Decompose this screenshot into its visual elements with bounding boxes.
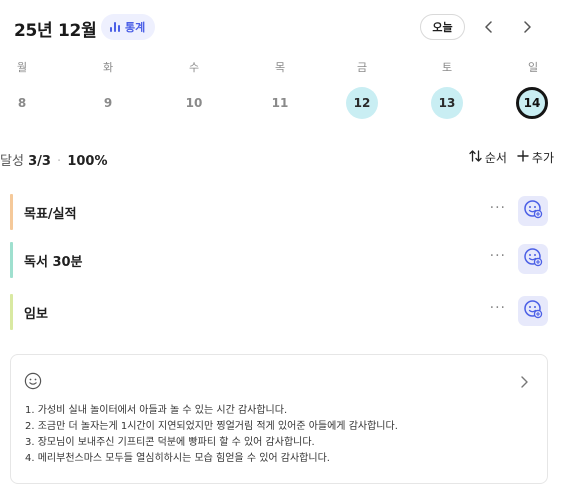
- summary-label: 달성: [0, 154, 24, 169]
- week-dates: 8 9 10 11 12 13 14: [0, 86, 564, 120]
- task-reaction-button[interactable]: [518, 196, 548, 226]
- task-label: 임보: [24, 307, 48, 322]
- gratitude-line: 3. 장모님이 보내주신 기프티콘 덕분에 빵파티 할 수 있어 감사합니다.: [25, 437, 315, 448]
- date-cell-today[interactable]: 14: [515, 86, 549, 120]
- date-number: 10: [185, 96, 203, 110]
- summary-count: 3/3: [28, 154, 51, 169]
- date-cell-completed[interactable]: 12: [345, 86, 379, 120]
- gratitude-line: 2. 조금만 더 놀자는게 1시간이 지연되었지만 찡얼거림 적게 있어준 아들…: [25, 421, 398, 432]
- stats-button[interactable]: 통계: [101, 14, 156, 40]
- task-item[interactable]: 목표/실적 ···: [10, 192, 554, 232]
- stats-label: 통계: [125, 21, 146, 34]
- list-actions: 순서 추가: [469, 149, 554, 166]
- task-label: 목표/실적: [24, 207, 77, 222]
- month-title: 25년 12월: [14, 21, 97, 41]
- task-item[interactable]: 독서 30분 ···: [10, 240, 554, 280]
- date-cell[interactable]: 10: [177, 86, 211, 120]
- weekday-label: 월: [16, 61, 28, 74]
- plus-icon: [517, 150, 529, 165]
- date-cell[interactable]: 11: [263, 86, 297, 120]
- today-button[interactable]: 오늘: [420, 14, 465, 40]
- date-number: 12: [346, 87, 378, 119]
- date-number: 14: [516, 87, 548, 119]
- task-more-button[interactable]: ···: [490, 300, 506, 316]
- add-button[interactable]: 추가: [517, 149, 554, 166]
- task-item[interactable]: 임보 ···: [10, 292, 554, 332]
- task-more-button[interactable]: ···: [490, 200, 506, 216]
- date-number: 13: [431, 87, 463, 119]
- gratitude-line: 4. 메리부천스마스 모두들 열심히하시는 모습 힘얻을 수 있어 감사합니다.: [25, 453, 330, 464]
- sort-arrows-icon: [469, 150, 482, 165]
- smiley-add-icon: [523, 247, 543, 271]
- next-week-button[interactable]: [514, 14, 540, 40]
- calendar-header: 25년 12월 통계 오늘: [14, 14, 550, 41]
- gratitude-line: 1. 가성비 실내 놀이터에서 아들과 놀 수 있는 시간 감사합니다.: [25, 405, 288, 416]
- smiley-icon: [24, 372, 42, 394]
- add-label: 추가: [531, 151, 554, 165]
- task-reaction-button[interactable]: [518, 244, 548, 274]
- task-color-bar: [10, 194, 13, 230]
- task-reaction-button[interactable]: [518, 296, 548, 326]
- achievement-summary: 달성 3/3 · 100%: [0, 150, 108, 169]
- gratitude-card[interactable]: 1. 가성비 실내 놀이터에서 아들과 놀 수 있는 시간 감사합니다. 2. …: [10, 354, 548, 484]
- smiley-add-icon: [523, 199, 543, 223]
- chevron-right-icon: [522, 18, 532, 37]
- weekday-label: 토: [441, 61, 453, 74]
- sort-label: 순서: [484, 151, 507, 165]
- task-more-button[interactable]: ···: [490, 248, 506, 264]
- bar-chart-icon: [109, 21, 121, 33]
- weekday-label: 목: [274, 61, 286, 74]
- weekday-label: 수: [188, 61, 200, 74]
- weekday-label: 금: [356, 61, 368, 74]
- weekday-label: 일: [527, 61, 539, 74]
- date-number: 8: [17, 96, 27, 110]
- chevron-right-icon[interactable]: [520, 373, 529, 392]
- gratitude-text: 1. 가성비 실내 놀이터에서 아들과 놀 수 있는 시간 감사합니다. 2. …: [25, 403, 537, 467]
- task-label: 독서 30분: [24, 255, 83, 270]
- prev-week-button[interactable]: [476, 14, 502, 40]
- summary-percent: 100%: [67, 154, 108, 169]
- task-color-bar: [10, 242, 13, 278]
- weekday-label: 화: [102, 61, 114, 74]
- date-cell[interactable]: 8: [5, 86, 39, 120]
- summary-separator: ·: [57, 154, 62, 169]
- date-cell[interactable]: 9: [91, 86, 125, 120]
- chevron-left-icon: [484, 18, 494, 37]
- date-number: 9: [103, 96, 113, 110]
- date-number: 11: [271, 96, 289, 110]
- sort-button[interactable]: 순서: [469, 149, 507, 166]
- weekday-labels: 월 화 수 목 금 토 일: [0, 56, 564, 78]
- date-cell-completed[interactable]: 13: [430, 86, 464, 120]
- task-color-bar: [10, 294, 13, 330]
- smiley-add-icon: [523, 299, 543, 323]
